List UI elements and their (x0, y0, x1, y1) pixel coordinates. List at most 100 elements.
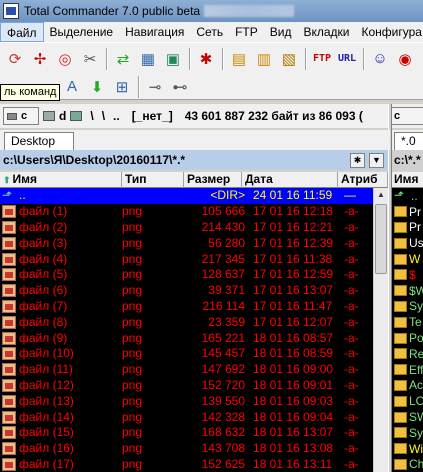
hotlist-star-icon[interactable]: ✱ (350, 153, 365, 168)
column-date[interactable]: Дата (242, 172, 338, 188)
file-size: 143 708 (201, 441, 245, 456)
drive-select-button[interactable]: c (3, 107, 39, 125)
column-name[interactable]: ⬆ Имя (0, 172, 122, 188)
right-list-item[interactable]: LO (392, 393, 423, 409)
left-vertical-scrollbar[interactable]: ▲ (373, 188, 388, 472)
text-tool-icon[interactable]: A (60, 75, 84, 99)
parent-dir-row[interactable]: ⬏ .. <DIR> 24 01 16 11:59 — (0, 188, 373, 204)
right-list-item[interactable]: Ac (392, 378, 423, 394)
parent-dir-attr: — (344, 188, 356, 203)
left-path-bar[interactable]: c:\Users\Я\Desktop\20160117\*.* ✱ ▼ (0, 150, 388, 170)
right-list-item[interactable]: ⬏.. (392, 188, 423, 204)
column-attr[interactable]: Атриб (338, 172, 388, 188)
asterisk-icon[interactable]: ✱ (194, 47, 218, 71)
right-list-item[interactable]: Re (392, 346, 423, 362)
right-list-item[interactable]: W (392, 251, 423, 267)
right-item-name: Po (409, 331, 423, 346)
file-name: файл (13) (19, 393, 74, 408)
download-icon[interactable]: ⬇ (85, 75, 109, 99)
file-row[interactable]: файл (7) png 216 114 17 01 16 11:47 -a- (0, 299, 373, 315)
file-row[interactable]: файл (15) png 168 632 18 01 16 13:07 -a- (0, 425, 373, 441)
parent-dir-button[interactable]: .. (113, 109, 120, 123)
file-row[interactable]: файл (2) png 214 430 17 01 16 12:21 -a- (0, 220, 373, 236)
refresh-icon[interactable]: ⟳ (3, 47, 27, 71)
right-list-item[interactable]: $ (392, 267, 423, 283)
right-item-name: Te (409, 315, 422, 330)
root-dir-button-2[interactable]: \ (102, 109, 105, 123)
right-column-name[interactable]: Имя (392, 172, 423, 188)
file-row[interactable]: файл (12) png 152 720 18 01 16 09:01 -a- (0, 378, 373, 394)
file-size: 216 114 (202, 298, 246, 313)
archive-icon[interactable]: ▧ (277, 47, 301, 71)
disconnect-plug-icon[interactable]: ⊷ (168, 75, 192, 99)
right-tab[interactable]: *.0 (394, 132, 423, 150)
file-date: 17 01 16 12:59 (253, 267, 334, 282)
right-drive-select-button[interactable]: c (390, 107, 423, 125)
file-date: 17 01 16 12:39 (253, 235, 334, 250)
unpack-icon[interactable]: ▥ (252, 47, 276, 71)
right-list-item[interactable]: Us (392, 235, 423, 251)
right-list-item[interactable]: Pr (392, 204, 423, 220)
file-row[interactable]: файл (14) png 142 328 18 01 16 09:04 -a- (0, 409, 373, 425)
file-row[interactable]: файл (9) png 165 221 18 01 16 08:57 -a- (0, 330, 373, 346)
file-type: png (122, 235, 143, 250)
file-row[interactable]: файл (8) png 23 359 17 01 16 12:07 -a- (0, 314, 373, 330)
right-list-item[interactable]: Te (392, 314, 423, 330)
menu-navigation[interactable]: Навигация (119, 22, 190, 42)
png-file-icon (2, 284, 16, 298)
right-list-item[interactable]: SW (392, 409, 423, 425)
menu-view[interactable]: Вид (264, 22, 298, 42)
file-row[interactable]: файл (13) png 139 550 18 01 16 09:03 -a- (0, 393, 373, 409)
right-list-item[interactable]: Eff (392, 362, 423, 378)
url-connect-button[interactable]: URL (335, 47, 359, 71)
scroll-up-icon[interactable]: ▲ (374, 188, 388, 202)
file-row[interactable]: файл (4) png 217 345 17 01 16 11:38 -a- (0, 251, 373, 267)
drive-d-label[interactable]: d (59, 109, 66, 123)
right-list-item[interactable]: Sy (392, 299, 423, 315)
drive-d-icon[interactable] (43, 111, 55, 121)
file-attr: -a- (344, 204, 359, 219)
file-row[interactable]: файл (11) png 147 692 18 01 16 09:00 -a- (0, 362, 373, 378)
network-neighborhood-icon[interactable]: ☺ (368, 47, 392, 71)
exe-com-icon[interactable]: ◉ (393, 47, 417, 71)
sync-icon[interactable]: ⇄ (111, 47, 135, 71)
connect-plug-icon[interactable]: ⊸ (143, 75, 167, 99)
menu-selection[interactable]: Выделение (44, 22, 120, 42)
root-dir-button[interactable]: \ (90, 109, 93, 123)
menu-file[interactable]: Файл (0, 22, 44, 42)
left-tab-desktop[interactable]: Desktop (4, 132, 74, 150)
right-list-item[interactable]: Ch (392, 457, 423, 472)
history-dropdown-icon[interactable]: ▼ (369, 153, 384, 168)
menu-network[interactable]: Сеть (190, 22, 229, 42)
file-row[interactable]: файл (10) png 145 457 18 01 16 08:59 -a- (0, 346, 373, 362)
column-size[interactable]: Размер (184, 172, 242, 188)
scroll-thumb[interactable] (375, 204, 387, 274)
menu-ftp[interactable]: FTP (229, 22, 264, 42)
lifebuoy-icon[interactable]: ◎ (53, 47, 77, 71)
right-list-item[interactable]: Pr (392, 220, 423, 236)
right-list-item[interactable]: $W (392, 283, 423, 299)
file-row[interactable]: файл (6) png 39 371 17 01 16 13:07 -a- (0, 283, 373, 299)
file-row[interactable]: файл (5) png 128 637 17 01 16 12:59 -a- (0, 267, 373, 283)
right-list-item[interactable]: Po (392, 330, 423, 346)
pack-icon[interactable]: ▤ (227, 47, 251, 71)
file-row[interactable]: файл (16) png 143 708 18 01 16 13:08 -a- (0, 441, 373, 457)
menu-configuration[interactable]: Конфигура (356, 22, 423, 42)
right-list-item[interactable]: Sy (392, 425, 423, 441)
file-row[interactable]: файл (17) png 152 625 18 01 16 13:11 -a- (0, 457, 373, 472)
right-list-item[interactable]: Wi (392, 441, 423, 457)
menu-tabs[interactable]: Вкладки (297, 22, 355, 42)
column-type[interactable]: Тип (122, 172, 184, 188)
file-row[interactable]: файл (3) png 56 280 17 01 16 12:39 -a- (0, 235, 373, 251)
compare-icon[interactable]: ▦ (136, 47, 160, 71)
network-tree-icon[interactable]: ⊞ (110, 75, 134, 99)
tools-icon[interactable]: ✂ (78, 47, 102, 71)
file-row[interactable]: файл (1) png 105 666 17 01 16 12:18 -a- (0, 204, 373, 220)
image-view-icon[interactable]: ▣ (161, 47, 185, 71)
file-name: файл (8) (19, 314, 68, 329)
folder-icon (394, 348, 407, 360)
file-type: png (122, 456, 143, 471)
network-drive-icon[interactable] (70, 111, 83, 121)
pin-icon[interactable]: ✢ (28, 47, 52, 71)
ftp-connect-button[interactable]: FTP (310, 47, 334, 71)
